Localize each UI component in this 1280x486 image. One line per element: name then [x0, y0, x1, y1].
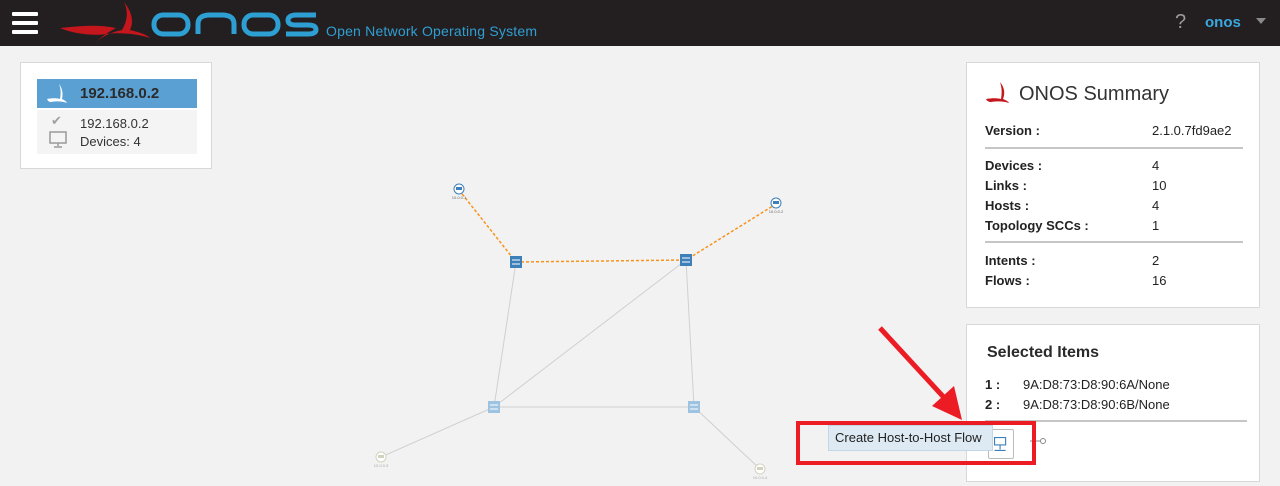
- summary-value: 10: [1152, 178, 1167, 193]
- summary-key: Hosts :: [985, 198, 1030, 213]
- annotation-arrow-icon: [878, 326, 962, 420]
- onos-bird-icon: [986, 82, 1009, 103]
- link-s2-s4: [685, 259, 695, 408]
- cluster-node-devices: Devices: 4: [80, 134, 141, 149]
- host-node[interactable]: 10.0.0.1: [452, 183, 467, 200]
- summary-row: Intents : 2: [985, 253, 1245, 271]
- host-label: 10.0.0.3: [374, 463, 389, 468]
- host-label: 10.0.0.2: [769, 209, 784, 214]
- cluster-node-details: ✔ 192.168.0.2 Devices: 4: [37, 110, 197, 154]
- cluster-node-header[interactable]: 192.168.0.2: [37, 79, 197, 108]
- summary-row: Devices : 4: [985, 158, 1245, 176]
- annotation-highlight-box: [796, 421, 1036, 465]
- summary-value: 4: [1152, 198, 1160, 213]
- host-node[interactable]: 10.0.0.4: [753, 463, 768, 480]
- link-s1-s2-selected: [515, 259, 687, 263]
- summary-key: Devices :: [985, 158, 1043, 173]
- summary-key: Flows :: [985, 273, 1030, 288]
- selected-item-index: 1 :: [985, 377, 1001, 392]
- selected-item-row: 2 : 9A:D8:73:D8:90:6B/None: [985, 397, 1245, 415]
- summary-key: Intents :: [985, 253, 1036, 268]
- help-icon[interactable]: ?: [1175, 11, 1186, 34]
- summary-title: ONOS Summary: [1019, 83, 1170, 105]
- summary-panel: ONOS Summary Version : 2.1.0.7fd9ae2 Dev…: [966, 62, 1260, 308]
- selected-items-title: Selected Items: [987, 344, 1100, 361]
- chevron-down-icon[interactable]: [1256, 18, 1266, 24]
- hamburger-menu-icon[interactable]: [12, 12, 38, 34]
- host-node[interactable]: 10.0.0.2: [769, 197, 784, 214]
- summary-row: Version : 2.1.0.7fd9ae2: [985, 123, 1245, 141]
- summary-row: Links : 10: [985, 178, 1245, 196]
- host-label: 10.0.0.1: [452, 195, 467, 200]
- divider: [985, 147, 1243, 149]
- switch-node[interactable]: [688, 401, 700, 413]
- monitor-icon: [49, 131, 67, 148]
- summary-value: 1: [1152, 218, 1160, 233]
- switch-node[interactable]: [488, 401, 500, 413]
- summary-value: 2.1.0.7fd9ae2: [1152, 123, 1232, 138]
- link-s1-s3: [493, 261, 517, 408]
- summary-key: Topology SCCs :: [985, 218, 1089, 233]
- cluster-node-title: 192.168.0.2: [80, 85, 160, 102]
- host-label: 10.0.0.4: [753, 475, 768, 480]
- app-subtitle: Open Network Operating System: [326, 23, 538, 39]
- link-s3-h3: [380, 406, 495, 458]
- topology-links: [380, 189, 777, 470]
- summary-row: Topology SCCs : 1: [985, 218, 1245, 236]
- onos-bird-logo-icon: [60, 2, 150, 44]
- summary-value: 16: [1152, 273, 1167, 288]
- selected-item-id: 9A:D8:73:D8:90:6A/None: [1023, 377, 1170, 392]
- user-menu[interactable]: onos: [1205, 14, 1241, 31]
- cluster-panel: 192.168.0.2 ✔ 192.168.0.2 Devices: 4: [20, 62, 212, 169]
- summary-value: 2: [1152, 253, 1160, 268]
- summary-row: Flows : 16: [985, 273, 1245, 291]
- onos-wordmark: [151, 12, 319, 37]
- selected-item-id: 9A:D8:73:D8:90:6B/None: [1023, 397, 1170, 412]
- cluster-node-ip: 192.168.0.2: [80, 116, 149, 131]
- summary-value: 4: [1152, 158, 1160, 173]
- selected-item-index: 2 :: [985, 397, 1001, 412]
- link-s2-s3: [493, 259, 687, 408]
- selected-item-row: 1 : 9A:D8:73:D8:90:6A/None: [985, 377, 1245, 395]
- summary-key: Links :: [985, 178, 1027, 193]
- check-icon: ✔: [51, 113, 62, 128]
- onos-bird-icon: [47, 84, 67, 103]
- divider: [985, 241, 1243, 243]
- switch-node[interactable]: [510, 256, 522, 268]
- summary-key: Version :: [985, 123, 1040, 138]
- top-bar: Open Network Operating System ? onos: [0, 0, 1280, 46]
- link-s4-h4: [693, 406, 761, 470]
- link-h1-s1-selected: [458, 189, 517, 263]
- link-h2-s2-selected: [685, 203, 777, 261]
- switch-node[interactable]: [680, 254, 692, 266]
- summary-row: Hosts : 4: [985, 198, 1245, 216]
